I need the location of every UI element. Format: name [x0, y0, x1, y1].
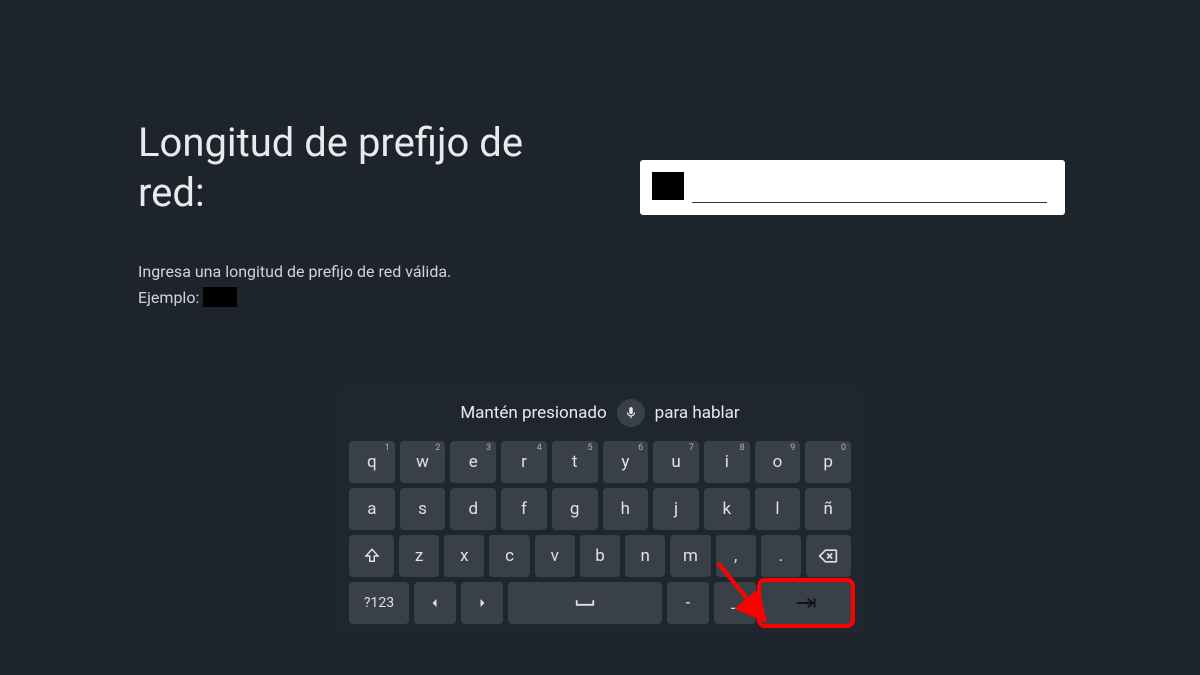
keyboard-hint: Mantén presionado para hablar [349, 399, 851, 427]
key-x[interactable]: x [444, 535, 484, 577]
keyboard-row-4: ?123 - _ [349, 582, 851, 624]
key-underscore[interactable]: _ [714, 582, 756, 624]
keyboard-row-2: asdfghjklñ [349, 488, 851, 530]
key-h[interactable]: h [603, 488, 649, 530]
key-f[interactable]: f [501, 488, 547, 530]
page-title: Longitud de prefijo de red: [138, 118, 548, 218]
prefix-length-input[interactable] [640, 160, 1065, 215]
backspace-key[interactable] [806, 535, 851, 577]
key-k[interactable]: k [704, 488, 750, 530]
right-arrow-key[interactable] [461, 582, 503, 624]
example-label: Ejemplo: [138, 288, 199, 307]
key-s[interactable]: s [400, 488, 446, 530]
key-u[interactable]: u7 [653, 441, 699, 483]
key-m[interactable]: m [670, 535, 710, 577]
subtitle-text: Ingresa una longitud de prefijo de red v… [138, 258, 548, 285]
enter-key[interactable] [761, 582, 851, 624]
key-q[interactable]: q1 [349, 441, 395, 483]
keyboard-row-1: q1w2e3r4t5y6u7i8o9p0 [349, 441, 851, 483]
key-g[interactable]: g [552, 488, 598, 530]
left-arrow-key[interactable] [414, 582, 456, 624]
key-b[interactable]: b [580, 535, 620, 577]
key-r[interactable]: r4 [501, 441, 547, 483]
key-c[interactable]: c [489, 535, 529, 577]
key-period[interactable]: . [761, 535, 801, 577]
key-j[interactable]: j [653, 488, 699, 530]
key-w[interactable]: w2 [400, 441, 446, 483]
keyboard-row-3: zxcvbnm, . [349, 535, 851, 577]
key-z[interactable]: z [399, 535, 439, 577]
key-i[interactable]: i8 [704, 441, 750, 483]
onscreen-keyboard: Mantén presionado para hablar q1w2e3r4t5… [335, 385, 865, 636]
key-a[interactable]: a [349, 488, 395, 530]
key-comma[interactable]: , [716, 535, 756, 577]
key-ñ[interactable]: ñ [805, 488, 851, 530]
redacted-example-value [203, 287, 237, 307]
example-line: Ejemplo: [138, 287, 548, 307]
key-o[interactable]: o9 [755, 441, 801, 483]
key-y[interactable]: y6 [603, 441, 649, 483]
input-underline [692, 202, 1047, 203]
symbols-key[interactable]: ?123 [349, 582, 409, 624]
key-n[interactable]: n [625, 535, 665, 577]
redacted-input-value [652, 172, 684, 200]
key-v[interactable]: v [535, 535, 575, 577]
hint-text-before: Mantén presionado [460, 403, 606, 423]
key-dash[interactable]: - [667, 582, 709, 624]
mic-icon[interactable] [617, 399, 645, 427]
hint-text-after: para hablar [655, 403, 740, 423]
shift-key[interactable] [349, 535, 394, 577]
space-key[interactable] [508, 582, 662, 624]
key-d[interactable]: d [450, 488, 496, 530]
key-t[interactable]: t5 [552, 441, 598, 483]
key-p[interactable]: p0 [805, 441, 851, 483]
key-l[interactable]: l [755, 488, 801, 530]
key-e[interactable]: e3 [450, 441, 496, 483]
